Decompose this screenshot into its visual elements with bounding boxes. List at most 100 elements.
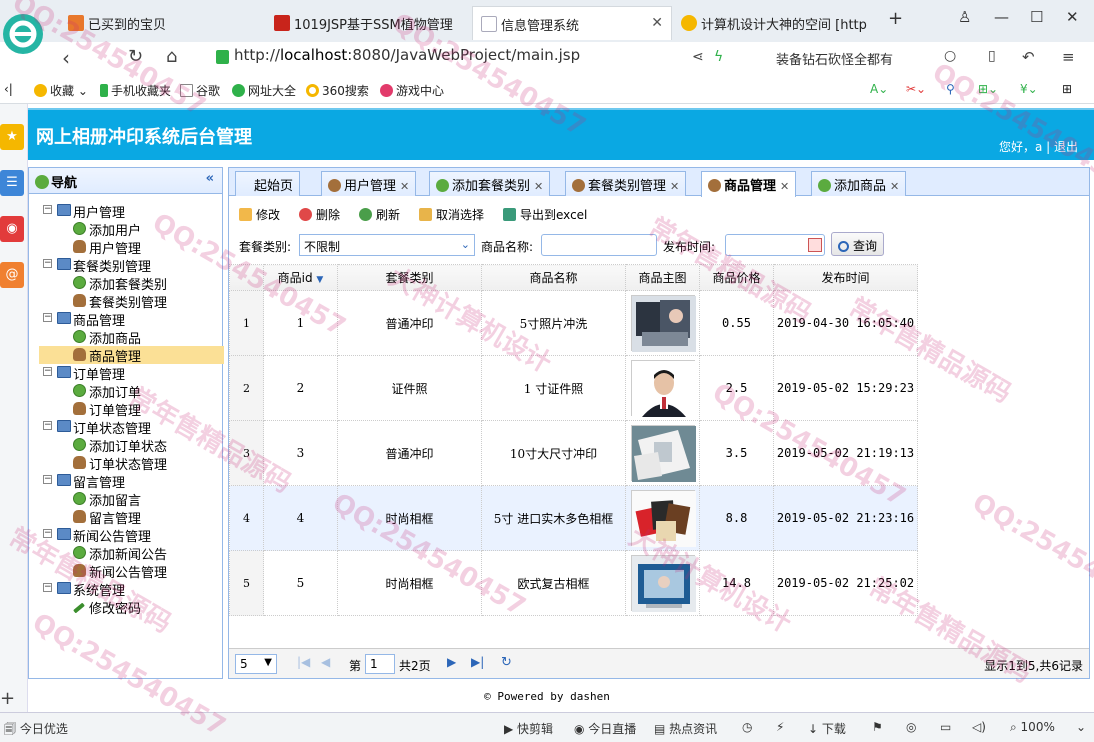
reload-icon[interactable]: ↻ <box>128 46 143 67</box>
sidebar-toggle-icon[interactable]: ‹| <box>4 82 13 96</box>
search-box[interactable]: 装备钻石砍怪全都有 <box>776 46 1006 70</box>
tab-home[interactable]: 起始页 <box>235 171 301 196</box>
nav-item[interactable]: 留言管理 <box>29 508 224 527</box>
table-row[interactable]: 3 3 普通冲印 10寸大尺寸冲印 3.5 2019-05-02 21:19:13 <box>229 420 918 486</box>
share-icon[interactable]: ⋖ <box>692 49 704 65</box>
nav-item[interactable]: 商品管理 <box>39 346 224 365</box>
product-thumbnail[interactable] <box>630 555 696 612</box>
bookmark-360[interactable]: 360搜索 <box>306 82 369 99</box>
collapse-toggle-icon[interactable]: − <box>43 421 52 430</box>
col-id[interactable]: 商品id ▼ <box>263 264 338 291</box>
logout-link[interactable]: 退出 <box>1054 140 1078 154</box>
col-time[interactable]: 发布时间 <box>773 264 918 291</box>
search-icon[interactable]: ○ <box>944 48 956 64</box>
cell-image[interactable] <box>625 485 700 551</box>
minimize-icon[interactable]: — <box>994 8 1009 26</box>
name-input[interactable] <box>541 234 657 256</box>
nav-item[interactable]: 用户管理 <box>29 238 224 257</box>
bookmark-mobile[interactable]: 手机收藏夹 <box>100 82 171 99</box>
back-icon[interactable]: ‹ <box>62 46 70 70</box>
nav-group[interactable]: − 订单管理 <box>29 364 224 383</box>
product-thumbnail[interactable] <box>630 425 696 482</box>
product-thumbnail[interactable] <box>630 360 696 417</box>
favorites-icon[interactable]: ★ <box>0 124 24 150</box>
table-row[interactable]: 4 4 时尚相框 5寸 进口实木多色相框 8.8 2019-05-02 21:23:16 <box>229 485 918 551</box>
collapse-toggle-icon[interactable]: − <box>43 475 52 484</box>
close-window-icon[interactable]: ✕ <box>1066 8 1079 26</box>
nav-item[interactable]: 添加订单 <box>29 382 224 401</box>
nav-item[interactable]: 添加套餐类别 <box>29 274 224 293</box>
nav-group[interactable]: − 商品管理 <box>29 310 224 329</box>
cell-image[interactable] <box>625 355 700 421</box>
plus-icon[interactable]: + <box>0 688 15 709</box>
browser-icon[interactable]: ◎ <box>906 720 916 734</box>
bookmark-google[interactable]: 谷歌 <box>180 82 220 99</box>
category-select[interactable]: 不限制 ⌄ <box>299 234 475 256</box>
nav-item[interactable]: 修改密码 <box>29 598 224 617</box>
phone-icon[interactable]: ▯ <box>988 48 996 64</box>
col-price[interactable]: 商品价格 <box>699 264 774 291</box>
browser-tab-active[interactable]: 信息管理系统 ✕ <box>472 6 672 40</box>
flag-icon[interactable]: ⚑ <box>872 720 883 734</box>
maximize-icon[interactable]: ☐ <box>1030 8 1043 26</box>
delete-button[interactable]: 删除 <box>299 206 340 223</box>
page-number-input[interactable]: 1 <box>365 654 395 674</box>
url-field[interactable]: http://localhost:8080/JavaWebProject/mai… <box>214 46 734 70</box>
nav-item[interactable]: 添加新闻公告 <box>29 544 224 563</box>
cell-image[interactable] <box>625 550 700 616</box>
close-tab-icon[interactable]: ✕ <box>400 180 409 193</box>
refresh-button[interactable]: 刷新 <box>359 206 400 223</box>
cell-image[interactable] <box>625 420 700 486</box>
tab-add-product[interactable]: 添加商品 ✕ <box>811 171 907 196</box>
weibo-icon[interactable]: ◉ <box>0 216 24 242</box>
bookmark-hao[interactable]: 网址大全 <box>232 82 296 99</box>
tab-user-manage[interactable]: 用户管理 ✕ <box>321 171 417 196</box>
refresh-icon[interactable]: ↻ <box>501 655 512 670</box>
tab-add-category[interactable]: 添加套餐类别 ✕ <box>429 171 551 196</box>
cancel-select-button[interactable]: 取消选择 <box>419 206 484 223</box>
close-tab-icon[interactable]: ✕ <box>890 180 899 193</box>
menu-icon[interactable]: ≡ <box>1062 48 1075 66</box>
query-button[interactable]: 查询 <box>831 232 885 256</box>
nav-item[interactable]: 添加用户 <box>29 220 224 239</box>
gamepad-icon[interactable]: ⊞⌄ <box>978 82 998 96</box>
yen-icon[interactable]: ¥⌄ <box>1020 82 1038 96</box>
nav-item[interactable]: 添加商品 <box>29 328 224 347</box>
tab-product-manage[interactable]: 商品管理 ✕ <box>701 171 797 197</box>
collapse-toggle-icon[interactable]: − <box>43 205 52 214</box>
download-icon[interactable]: ⚡ <box>776 720 784 734</box>
collapse-toggle-icon[interactable]: − <box>43 259 52 268</box>
table-row[interactable]: 5 5 时尚相框 欧式复古相框 14.8 2019-05-02 21:25:02 <box>229 550 918 616</box>
live-today[interactable]: ◉ 今日直播 <box>574 720 636 737</box>
nav-item[interactable]: 添加留言 <box>29 490 224 509</box>
download-link[interactable]: ↓ 下载 <box>808 720 846 737</box>
quick-clip[interactable]: ▶ 快剪辑 <box>504 720 553 737</box>
close-tab-icon[interactable]: ✕ <box>651 15 663 31</box>
lightning-icon[interactable]: ϟ <box>714 49 723 65</box>
first-page-icon[interactable]: |◀ <box>297 655 310 669</box>
nav-item[interactable]: 订单管理 <box>29 400 224 419</box>
browser-tab-plant[interactable]: 1019JSP基于SSM植物管理 <box>266 6 471 40</box>
nav-item[interactable]: 添加订单状态 <box>29 436 224 455</box>
edit-button[interactable]: 修改 <box>239 206 280 223</box>
close-tab-icon[interactable]: ✕ <box>534 180 543 193</box>
tab-category-manage[interactable]: 套餐类别管理 ✕ <box>565 171 687 196</box>
magnifier-icon[interactable]: ⚲ <box>946 82 955 96</box>
col-image[interactable]: 商品主图 <box>625 264 700 291</box>
nav-group[interactable]: − 用户管理 <box>29 202 224 221</box>
zoom-level[interactable]: ⌕ 100% <box>1010 720 1055 735</box>
browser-tab-orders[interactable]: 已买到的宝贝 <box>60 6 265 40</box>
today-pick[interactable]: 🗐 今日优选 <box>4 720 68 741</box>
apps-icon[interactable]: ⊞ <box>1062 82 1072 96</box>
col-category[interactable]: 套餐类别 <box>337 264 482 291</box>
hot-news[interactable]: ▤ 热点资讯 <box>654 720 717 737</box>
browser-tab-space[interactable]: 计算机设计大神的空间 [http <box>673 6 878 40</box>
translate-icon[interactable]: A⌄ <box>870 82 888 96</box>
next-page-icon[interactable]: ▶ <box>447 655 456 669</box>
collapse-toggle-icon[interactable]: − <box>43 583 52 592</box>
prev-page-icon[interactable]: ◀ <box>321 655 330 669</box>
home-icon[interactable]: ⌂ <box>166 46 177 67</box>
nav-group[interactable]: − 新闻公告管理 <box>29 526 224 545</box>
nav-group[interactable]: − 系统管理 <box>29 580 224 599</box>
nav-group[interactable]: − 订单状态管理 <box>29 418 224 437</box>
